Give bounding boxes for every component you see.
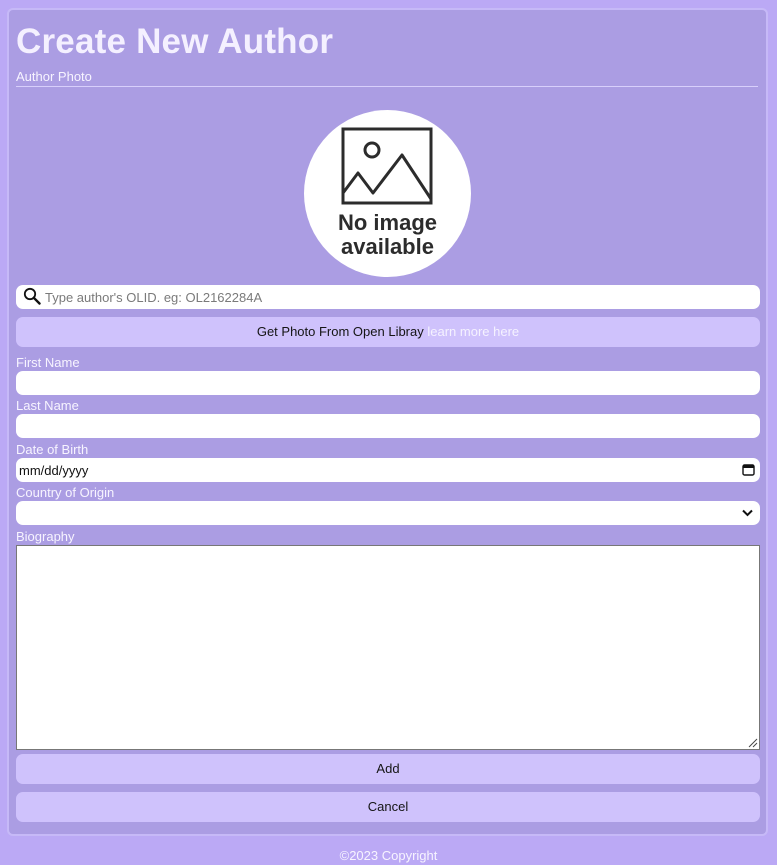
no-image-text-line2: available: [341, 234, 434, 259]
learn-more-link[interactable]: learn more here: [427, 324, 519, 339]
last-name-field[interactable]: [16, 414, 760, 438]
first-name-label: First Name: [16, 355, 80, 370]
country-label: Country of Origin: [16, 485, 115, 500]
search-placeholder: Type author's OLID. eg: OL2162284A: [45, 290, 263, 305]
divider: [16, 86, 758, 87]
country-select[interactable]: [16, 501, 760, 525]
add-button[interactable]: Add: [16, 754, 760, 784]
date-of-birth-label: Date of Birth: [16, 442, 89, 457]
page-title: Create New Author: [16, 22, 334, 61]
author-form-card: Create New Author Author Photo No image …: [7, 8, 768, 836]
olid-search-input[interactable]: Type author's OLID. eg: OL2162284A: [16, 285, 760, 309]
last-name-label: Last Name: [16, 398, 79, 413]
no-image-text-line1: No image: [337, 210, 438, 235]
get-photo-button[interactable]: Get Photo From Open Libray learn more he…: [16, 317, 760, 347]
date-of-birth-value: mm/dd/yyyy: [19, 463, 89, 478]
chevron-down-icon: [742, 509, 753, 517]
date-of-birth-field[interactable]: mm/dd/yyyy: [16, 458, 760, 482]
get-photo-label: Get Photo From Open Libray: [256, 324, 424, 339]
resize-grip-icon[interactable]: [748, 738, 758, 748]
cancel-button[interactable]: Cancel: [16, 792, 760, 822]
author-photo-placeholder: No image available: [304, 110, 471, 277]
footer-copyright: ©2023 Copyright: [339, 848, 438, 863]
biography-label: Biography: [16, 529, 75, 544]
biography-textarea[interactable]: [16, 545, 760, 750]
image-placeholder-icon: [341, 127, 433, 205]
calendar-icon[interactable]: [742, 463, 755, 476]
search-icon: [23, 287, 41, 305]
author-photo-label: Author Photo: [16, 69, 92, 84]
first-name-field[interactable]: [16, 371, 760, 395]
